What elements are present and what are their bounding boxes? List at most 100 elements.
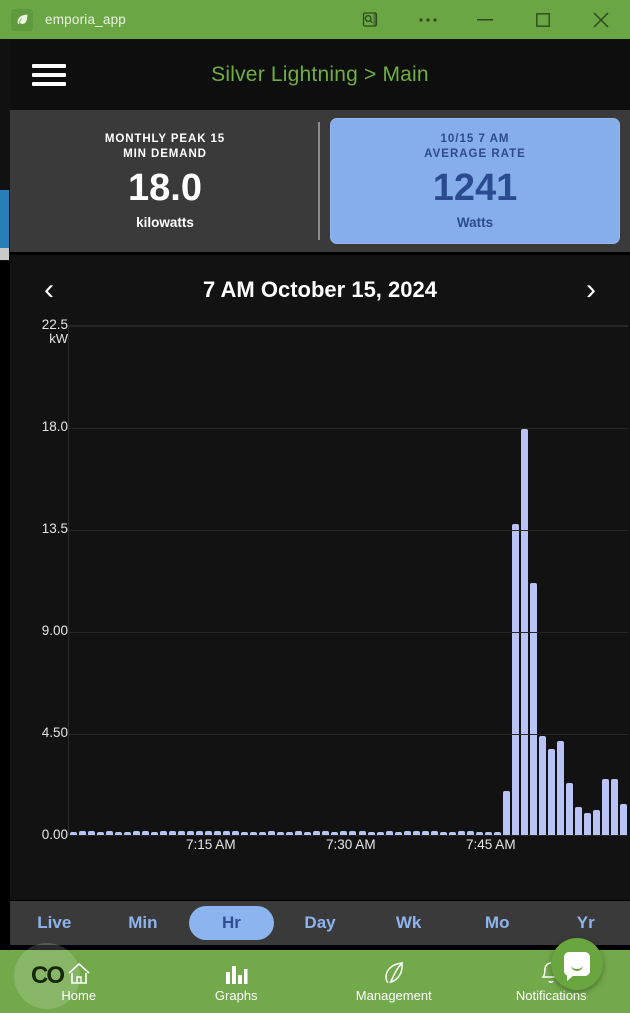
bar-slot <box>96 325 105 835</box>
hamburger-menu-icon[interactable] <box>32 59 66 91</box>
bar[interactable] <box>529 583 537 835</box>
bar[interactable] <box>574 806 582 835</box>
page-title: Silver Lightning > Main <box>211 62 429 86</box>
next-period-button[interactable]: › <box>570 275 612 305</box>
monthly-peak-label-line2: MIN DEMAND <box>123 148 207 161</box>
bar-slot <box>421 325 430 835</box>
gridline <box>69 326 628 327</box>
bar-slot <box>385 325 394 835</box>
y-axis-tick: 22.5 kW <box>41 317 68 346</box>
bar-slot <box>403 325 412 835</box>
y-axis-tick: 13.5 <box>41 521 68 536</box>
y-axis-tick: 4.50 <box>41 725 68 740</box>
bar[interactable] <box>592 810 600 835</box>
chart-panel: ‹ 7 AM October 15, 2024 › 22.5 kW 18.0 13.5… <box>10 255 630 900</box>
bar-slot <box>439 325 448 835</box>
bar-slot <box>529 325 538 835</box>
gridline <box>69 428 628 429</box>
chat-launcher-button[interactable] <box>551 938 603 990</box>
bar[interactable] <box>601 779 609 835</box>
range-tab-wk[interactable]: Wk <box>366 906 451 940</box>
hamburger-bar <box>32 72 66 77</box>
bar[interactable] <box>556 740 564 835</box>
bar-series <box>69 325 628 835</box>
bar-slot <box>321 325 330 835</box>
range-tab-live[interactable]: Live <box>12 906 97 940</box>
x-axis: 7:15 AM 7:30 AM 7:45 AM <box>68 837 628 865</box>
x-axis-tick: 7:15 AM <box>186 837 236 852</box>
background-window-light <box>0 248 9 260</box>
nav-item-management[interactable]: Management <box>315 960 473 1003</box>
date-navigation: ‹ 7 AM October 15, 2024 › <box>10 255 630 325</box>
bar-slot <box>240 325 249 835</box>
bar-slot <box>610 325 619 835</box>
bar[interactable] <box>547 748 555 835</box>
bar-slot <box>556 325 565 835</box>
more-options-icon[interactable] <box>399 0 456 39</box>
previous-period-button[interactable]: ‹ <box>28 275 70 305</box>
smile-glyph <box>571 963 583 971</box>
bar[interactable] <box>619 804 627 835</box>
bar-slot <box>150 325 159 835</box>
average-rate-card[interactable]: 10/15 7 AM AVERAGE RATE 1241 Watts <box>330 118 620 244</box>
leaf-icon <box>11 8 33 31</box>
bar-slot <box>303 325 312 835</box>
monthly-peak-value: 18.0 <box>128 167 202 210</box>
bar-slot <box>249 325 258 835</box>
accessibility-badge[interactable]: CO <box>14 943 80 1009</box>
bar-slot <box>412 325 421 835</box>
window-titlebar: emporia_app <box>0 0 630 39</box>
bar-slot <box>294 325 303 835</box>
x-axis-tick: 7:45 AM <box>466 837 516 852</box>
minimize-icon[interactable] <box>456 0 514 39</box>
app-header: Silver Lightning > Main <box>10 39 630 110</box>
maximize-icon[interactable] <box>514 0 572 39</box>
range-tab-day[interactable]: Day <box>278 906 363 940</box>
bar-slot <box>87 325 96 835</box>
bar-slot <box>69 325 78 835</box>
bar[interactable] <box>511 524 519 835</box>
range-tab-min[interactable]: Min <box>101 906 186 940</box>
bar-slot <box>376 325 385 835</box>
bar-slot <box>330 325 339 835</box>
bar[interactable] <box>610 779 618 835</box>
leaf-icon <box>381 960 407 985</box>
search-icon[interactable] <box>342 0 399 39</box>
range-tab-mo[interactable]: Mo <box>455 906 540 940</box>
bar-slot <box>502 325 511 835</box>
chart-date-title: 7 AM October 15, 2024 <box>203 277 437 302</box>
bar-slot <box>123 325 132 835</box>
stats-divider <box>318 122 320 240</box>
bar-slot <box>105 325 114 835</box>
bar-slot <box>78 325 87 835</box>
nav-item-graphs[interactable]: Graphs <box>158 961 316 1003</box>
bar-chart-icon <box>223 961 249 985</box>
close-icon[interactable] <box>572 0 630 39</box>
average-rate-label: 10/15 7 AM AVERAGE RATE <box>424 132 526 162</box>
bar-slot <box>195 325 204 835</box>
window-controls <box>342 0 630 39</box>
bar-slot <box>231 325 240 835</box>
gridline <box>69 632 628 633</box>
bar-slot <box>367 325 376 835</box>
bar-slot <box>285 325 294 835</box>
range-tab-yr[interactable]: Yr <box>543 906 628 940</box>
bar-slot <box>592 325 601 835</box>
plot-canvas[interactable] <box>68 325 628 836</box>
bar-slot <box>574 325 583 835</box>
bottom-navigation: Home Graphs Management Notifications <box>0 950 630 1013</box>
bar[interactable] <box>583 813 591 835</box>
bar[interactable] <box>502 790 510 835</box>
bar[interactable] <box>565 782 573 835</box>
bar-slot <box>177 325 186 835</box>
chat-bubble-icon <box>564 952 590 981</box>
bar[interactable] <box>538 736 546 835</box>
bar-slot <box>312 325 321 835</box>
range-tab-hr[interactable]: Hr <box>189 906 274 940</box>
y-axis-tick: 0.00 <box>41 827 68 842</box>
bar-slot <box>258 325 267 835</box>
hamburger-bar <box>32 63 66 68</box>
leaf-glyph <box>17 14 27 25</box>
average-rate-unit: Watts <box>456 214 494 230</box>
bar-slot <box>538 325 547 835</box>
